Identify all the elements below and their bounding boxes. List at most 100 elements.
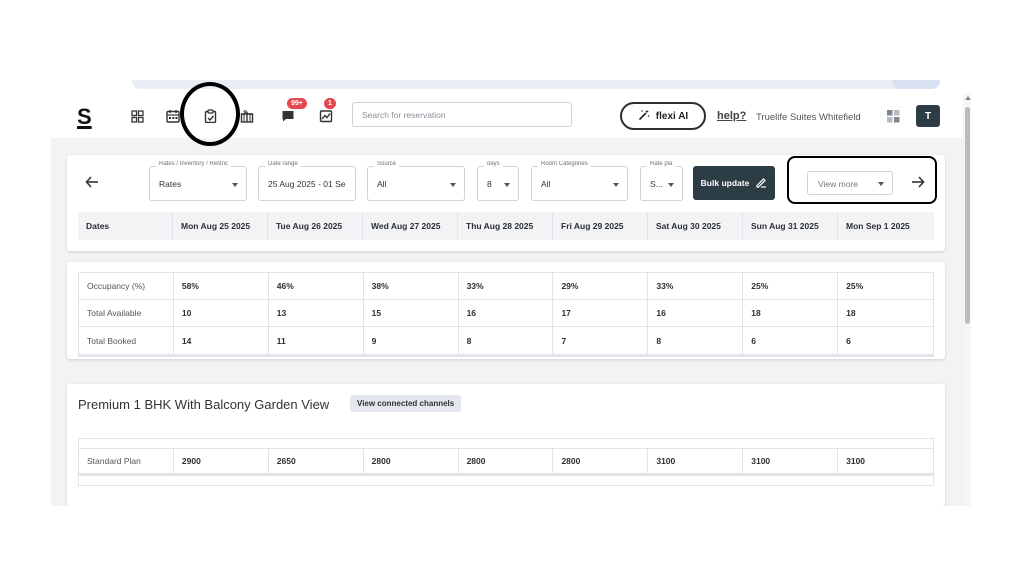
reservation-search-input[interactable] [352, 102, 572, 127]
table-cell: 18 [846, 308, 856, 318]
rate-cell[interactable]: 3100 [743, 449, 839, 473]
chat-badge: 99+ [287, 98, 307, 109]
rate-cell[interactable]: 2650 [269, 449, 364, 473]
help-link[interactable]: help? [717, 110, 746, 122]
edit-pencil-icon [756, 177, 767, 190]
scrollbar-thumb[interactable] [965, 107, 970, 324]
date-column-header: Tue Aug 26 2025 [268, 212, 363, 240]
rate-cell[interactable]: 2800 [459, 449, 554, 473]
table-cell: 7 [553, 327, 649, 354]
arrow-left-icon [85, 176, 98, 188]
days-select[interactable]: days 8 [477, 161, 519, 201]
table-cell: 6 [846, 335, 851, 346]
row-label: Occupancy (%) [79, 273, 174, 299]
rate-plan-label: Standard Plan [79, 449, 174, 473]
rate-cell[interactable]: 3100 [648, 449, 744, 473]
table-cell: 15 [364, 300, 459, 326]
dates-header: Dates [78, 212, 173, 240]
user-avatar[interactable]: T [916, 105, 940, 127]
table-cell: 14 [174, 327, 269, 354]
rate-cell[interactable]: 2800 [364, 449, 459, 473]
occupancy-stats-table: Occupancy (%) 58% 46% 38% 33% 29% 33% 25… [78, 272, 934, 357]
date-column-header: Fri Aug 29 2025 [553, 212, 648, 240]
table-cell: 16 [459, 300, 554, 326]
room-category-panel: Premium 1 BHK With Balcony Garden View V… [67, 384, 945, 506]
table-cell: 33% [648, 273, 744, 299]
chevron-down-icon [504, 183, 510, 187]
occupancy-stats-panel: Occupancy (%) 58% 46% 38% 33% 29% 33% 25… [67, 262, 945, 359]
reviews-icon[interactable]: 1 [316, 98, 336, 126]
rate-plan-table: Standard Plan 2900 2650 2800 2800 2800 3… [78, 438, 934, 486]
chevron-down-icon [232, 183, 238, 187]
table-cell: 8 [648, 327, 744, 354]
table-cell: 58% [174, 273, 269, 299]
table-cell: 18 [743, 300, 839, 326]
calendar-icon[interactable] [163, 106, 183, 126]
table-row: Total Booked 14 11 9 8 7 8 6 6 [79, 327, 933, 354]
table-row: Occupancy (%) 58% 46% 38% 33% 29% 33% 25… [79, 273, 933, 300]
table-cell: 25% [846, 281, 864, 291]
table-cell: 11 [269, 327, 364, 354]
date-column-header: Mon Sep 1 2025 [846, 221, 910, 231]
scroll-up-icon[interactable] [965, 96, 971, 100]
bulk-update-button[interactable]: Bulk update [693, 166, 775, 200]
view-more-select[interactable]: View more [807, 171, 893, 195]
table-cell: 25% [743, 273, 839, 299]
row-label: Total Booked [79, 327, 174, 354]
rates-inventory-select[interactable]: Rates / Inventory / Restric Rates [149, 161, 247, 201]
table-cell: 6 [743, 327, 839, 354]
dashboard-icon[interactable] [127, 106, 147, 126]
rate-plan-select[interactable]: Rate pla S... [640, 161, 683, 201]
rate-cell[interactable]: 2800 [553, 449, 649, 473]
room-categories-select[interactable]: Room Categories All [531, 161, 628, 201]
filter-panel: Rates / Inventory / Restric Rates Date r… [67, 155, 945, 251]
row-label: Total Available [79, 300, 174, 326]
arrow-right-icon [912, 176, 925, 188]
table-cell: 29% [553, 273, 649, 299]
date-column-header: Sat Aug 30 2025 [648, 212, 743, 240]
date-range-field[interactable]: Date range 25 Aug 2025 - 01 Se [258, 161, 356, 201]
table-cell: 16 [648, 300, 744, 326]
rate-table-spacer [79, 439, 933, 449]
table-row: Total Available 10 13 15 16 17 16 18 18 [79, 300, 933, 327]
date-column-header: Sun Aug 31 2025 [743, 212, 838, 240]
chevron-down-icon [668, 183, 674, 187]
date-column-header: Mon Aug 25 2025 [173, 212, 268, 240]
table-cell: 8 [459, 327, 554, 354]
flexi-ai-label: flexi AI [655, 110, 689, 122]
top-navigation-bar: S 99+ 1 flexi AI help? Truelif [51, 94, 963, 138]
rate-cell[interactable]: 3100 [838, 449, 933, 473]
table-cell: 38% [364, 273, 459, 299]
chevron-down-icon [450, 183, 456, 187]
flexi-ai-button[interactable]: flexi AI [620, 102, 706, 130]
reviews-badge: 1 [324, 98, 336, 109]
table-cell: 17 [553, 300, 649, 326]
room-category-title: Premium 1 BHK With Balcony Garden View [78, 397, 330, 412]
table-cell: 33% [459, 273, 554, 299]
date-column-header: Thu Aug 28 2025 [458, 212, 553, 240]
rate-manager-icon[interactable] [200, 106, 220, 126]
hotel-name[interactable]: Truelife Suites Whitefield [756, 112, 861, 123]
rate-cell[interactable]: 2900 [174, 449, 269, 473]
date-column-header: Wed Aug 27 2025 [363, 212, 458, 240]
dates-header-row: Dates Mon Aug 25 2025 Tue Aug 26 2025 We… [78, 212, 934, 240]
chevron-down-icon [613, 183, 619, 187]
app-logo[interactable]: S [77, 104, 92, 130]
view-connected-channels-button[interactable]: View connected channels [350, 395, 462, 412]
table-cell: 13 [269, 300, 364, 326]
app-window: S 99+ 1 flexi AI help? Truelif [51, 94, 971, 506]
table-row: Standard Plan 2900 2650 2800 2800 2800 3… [79, 449, 933, 476]
table-cell: 9 [364, 327, 459, 354]
previous-week-button[interactable] [81, 171, 103, 193]
source-select[interactable]: Source All [367, 161, 465, 201]
chevron-down-icon [878, 182, 884, 186]
table-cell: 46% [269, 273, 364, 299]
gift-icon[interactable] [237, 106, 257, 126]
apps-grid-icon[interactable] [887, 110, 900, 123]
browser-address-bar [132, 80, 940, 89]
table-cell: 10 [174, 300, 269, 326]
next-week-button[interactable] [907, 171, 929, 193]
magic-wand-icon [638, 109, 650, 124]
chat-icon[interactable]: 99+ [278, 98, 307, 126]
browser-profile-pill [892, 80, 940, 89]
